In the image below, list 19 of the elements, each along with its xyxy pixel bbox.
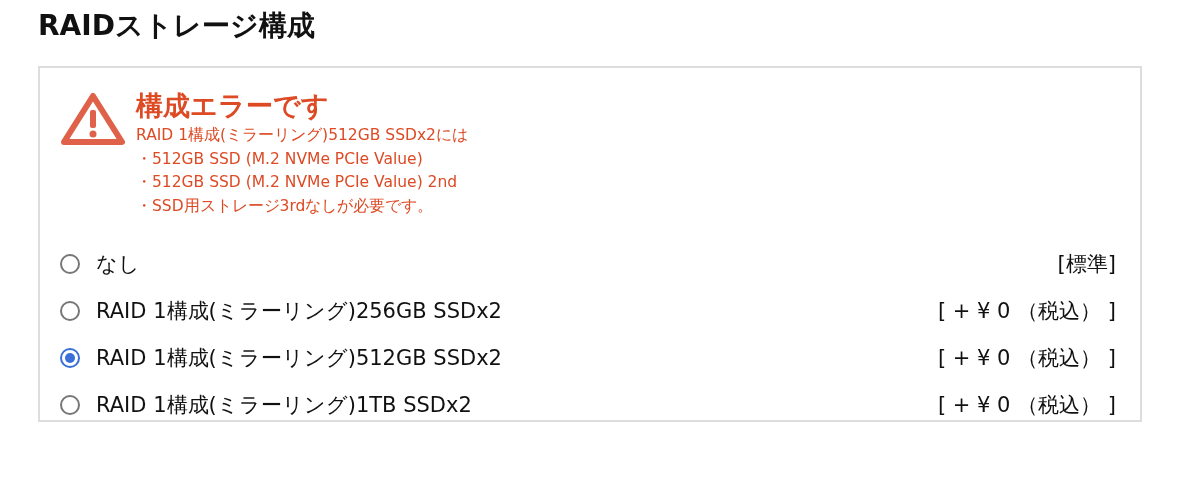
error-message-line: ・SSD用ストレージ3rdなしが必要です。 (136, 195, 434, 217)
option-price: [ + ¥ 0 （税込） ] (937, 297, 1116, 325)
warning-icon (60, 92, 126, 146)
option-price: [ + ¥ 0 （税込） ] (937, 344, 1116, 372)
option-price: [ + ¥ 0 （税込） ] (937, 391, 1116, 419)
error-message-line: ・512GB SSD (M.2 NVMe PCIe Value) (136, 148, 423, 170)
radio-button[interactable] (60, 347, 80, 368)
radio-button[interactable] (60, 253, 80, 274)
error-message-line: ・512GB SSD (M.2 NVMe PCIe Value) 2nd (136, 172, 458, 193)
option-price: [標準] (1057, 250, 1116, 278)
option-label[interactable]: RAID 1構成(ミラーリング)256GB SSDx2 (96, 296, 502, 325)
error-message-line: RAID 1構成(ミラーリング)512GB SSDx2には (136, 125, 468, 146)
option-label[interactable]: RAID 1構成(ミラーリング)512GB SSDx2 (96, 343, 502, 372)
section-title: RAIDストレージ構成 (38, 8, 315, 44)
radio-button[interactable] (60, 394, 80, 415)
error-heading: 構成エラーです (136, 89, 329, 123)
radio-button[interactable] (60, 300, 80, 321)
option-label[interactable]: なし (96, 249, 140, 278)
option-label[interactable]: RAID 1構成(ミラーリング)1TB SSDx2 (96, 390, 472, 419)
